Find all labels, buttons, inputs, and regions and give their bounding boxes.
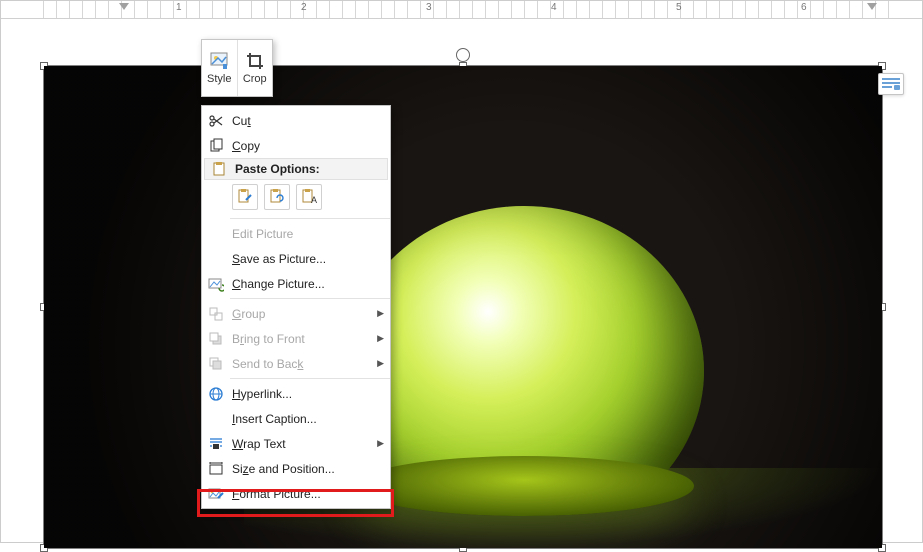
menu-copy-label: Copy	[232, 139, 384, 153]
menu-send-to-back-label: Send to Back	[232, 357, 374, 371]
copy-icon	[206, 137, 226, 155]
menu-cut-label: Cut	[232, 114, 384, 128]
menu-send-to-back: Send to Back ▶	[202, 351, 390, 376]
send-to-back-icon	[206, 355, 226, 373]
selected-picture-frame[interactable]	[43, 65, 883, 549]
menu-insert-caption-label: Insert Caption...	[232, 412, 384, 426]
clipboard-refresh-icon	[268, 188, 286, 206]
menu-edit-picture-label: Edit Picture	[232, 227, 384, 241]
menu-size-and-position-label: Size and Position...	[232, 462, 384, 476]
horizontal-ruler: 1 2 3 4 5 6	[1, 1, 922, 19]
clipboard-paintbrush-icon	[236, 188, 254, 206]
format-picture-icon	[206, 485, 226, 503]
picture-context-menu: Cut Copy Paste Options: A	[201, 105, 391, 509]
menu-insert-caption[interactable]: Insert Caption...	[202, 406, 390, 431]
menu-size-and-position[interactable]: Size and Position...	[202, 456, 390, 481]
ruler-number: 2	[301, 2, 307, 13]
hyperlink-icon	[206, 385, 226, 403]
menu-hyperlink[interactable]: Hyperlink...	[202, 381, 390, 406]
change-picture-icon	[206, 275, 226, 293]
scissors-icon	[206, 112, 226, 130]
menu-bring-to-front-label: Bring to Front	[232, 332, 374, 346]
indent-marker-left[interactable]	[119, 3, 129, 10]
indent-marker-right[interactable]	[867, 3, 877, 10]
style-button[interactable]: Style	[202, 40, 237, 96]
ruler-number: 6	[801, 2, 807, 13]
bring-to-front-icon	[206, 330, 226, 348]
menu-hyperlink-label: Hyperlink...	[232, 387, 384, 401]
submenu-arrow-icon: ▶	[374, 333, 384, 344]
menu-cut[interactable]: Cut	[202, 108, 390, 133]
paste-text-only-button[interactable]: A	[296, 184, 322, 210]
menu-save-as-picture[interactable]: Save as Picture...	[202, 246, 390, 271]
menu-format-picture-label: Format Picture...	[232, 487, 384, 501]
menu-format-picture[interactable]: Format Picture...	[202, 481, 390, 506]
menu-wrap-text-label: Wrap Text	[232, 437, 374, 451]
menu-group: Group ▶	[202, 301, 390, 326]
size-position-icon	[206, 460, 226, 478]
clipboard-icon	[209, 160, 229, 178]
paste-merge-button[interactable]	[264, 184, 290, 210]
submenu-arrow-icon: ▶	[374, 358, 384, 369]
ruler-number: 3	[426, 2, 432, 13]
menu-change-picture[interactable]: Change Picture...	[202, 271, 390, 296]
document-page: Style Crop Cut Copy	[1, 19, 922, 542]
rotation-handle-icon[interactable]	[456, 48, 470, 62]
ruler-number: 4	[551, 2, 557, 13]
paste-options-row: A	[202, 180, 390, 216]
svg-text:A: A	[311, 195, 317, 205]
wrap-text-icon	[206, 435, 226, 453]
paste-keep-source-button[interactable]	[232, 184, 258, 210]
menu-paste-options-header: Paste Options:	[204, 158, 388, 180]
submenu-arrow-icon: ▶	[374, 308, 384, 319]
layout-options-button[interactable]	[878, 73, 904, 95]
style-button-label: Style	[207, 73, 231, 85]
picture-style-icon	[209, 51, 229, 71]
ruler-number: 5	[676, 2, 682, 13]
group-icon	[206, 305, 226, 323]
ruler-number: 1	[176, 2, 182, 13]
menu-paste-options-label: Paste Options:	[235, 162, 381, 176]
menu-save-as-picture-label: Save as Picture...	[232, 252, 384, 266]
menu-wrap-text[interactable]: Wrap Text ▶	[202, 431, 390, 456]
layout-options-icon	[881, 76, 901, 92]
menu-copy[interactable]: Copy	[202, 133, 390, 158]
menu-bring-to-front: Bring to Front ▶	[202, 326, 390, 351]
menu-group-label: Group	[232, 307, 374, 321]
menu-change-picture-label: Change Picture...	[232, 277, 384, 291]
clipboard-letter-a-icon: A	[300, 188, 318, 206]
picture-content	[44, 66, 882, 548]
crop-button-label: Crop	[243, 73, 267, 85]
picture-mini-toolbar: Style Crop	[201, 39, 273, 97]
crop-icon	[245, 51, 265, 71]
submenu-arrow-icon: ▶	[374, 438, 384, 449]
menu-edit-picture: Edit Picture	[202, 221, 390, 246]
crop-button[interactable]: Crop	[238, 40, 273, 96]
